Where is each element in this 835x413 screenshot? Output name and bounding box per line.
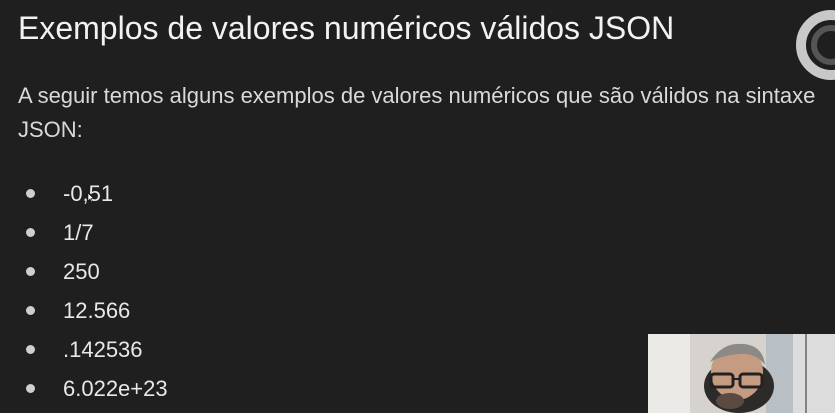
mouse-pointer-icon (87, 193, 94, 203)
slide-title: Exemplos de valores numéricos válidos JS… (18, 10, 675, 46)
list-item-text: 12.566 (63, 297, 131, 323)
list-item-text: 6.022e+23 (63, 375, 168, 401)
list-item: .142536 (26, 330, 168, 369)
bullet-icon (26, 228, 35, 237)
webcam-presenter-feed (648, 334, 835, 413)
list-item-text: 1/7 (63, 219, 94, 245)
list-item: 12.566 (26, 291, 168, 330)
slide-intro-text: A seguir temos alguns exemplos de valore… (18, 83, 816, 142)
bullet-icon (26, 267, 35, 276)
bullet-icon (26, 306, 35, 315)
bullet-icon (26, 384, 35, 393)
partial-circular-logo-icon (796, 10, 835, 80)
list-item: 250 (26, 252, 168, 291)
bullet-icon (26, 189, 35, 198)
list-item: -0,51 (26, 174, 168, 213)
bullet-icon (26, 345, 35, 354)
list-item: 6.022e+23 (26, 369, 168, 408)
list-item-text: .142536 (63, 336, 143, 362)
list-item-text: 250 (63, 258, 100, 284)
list-item: 1/7 (26, 213, 168, 252)
presentation-slide: Exemplos de valores numéricos válidos JS… (0, 0, 835, 413)
numeric-examples-list: -0,51 1/7 250 12.566 .142536 6.022e+23 (26, 174, 168, 408)
